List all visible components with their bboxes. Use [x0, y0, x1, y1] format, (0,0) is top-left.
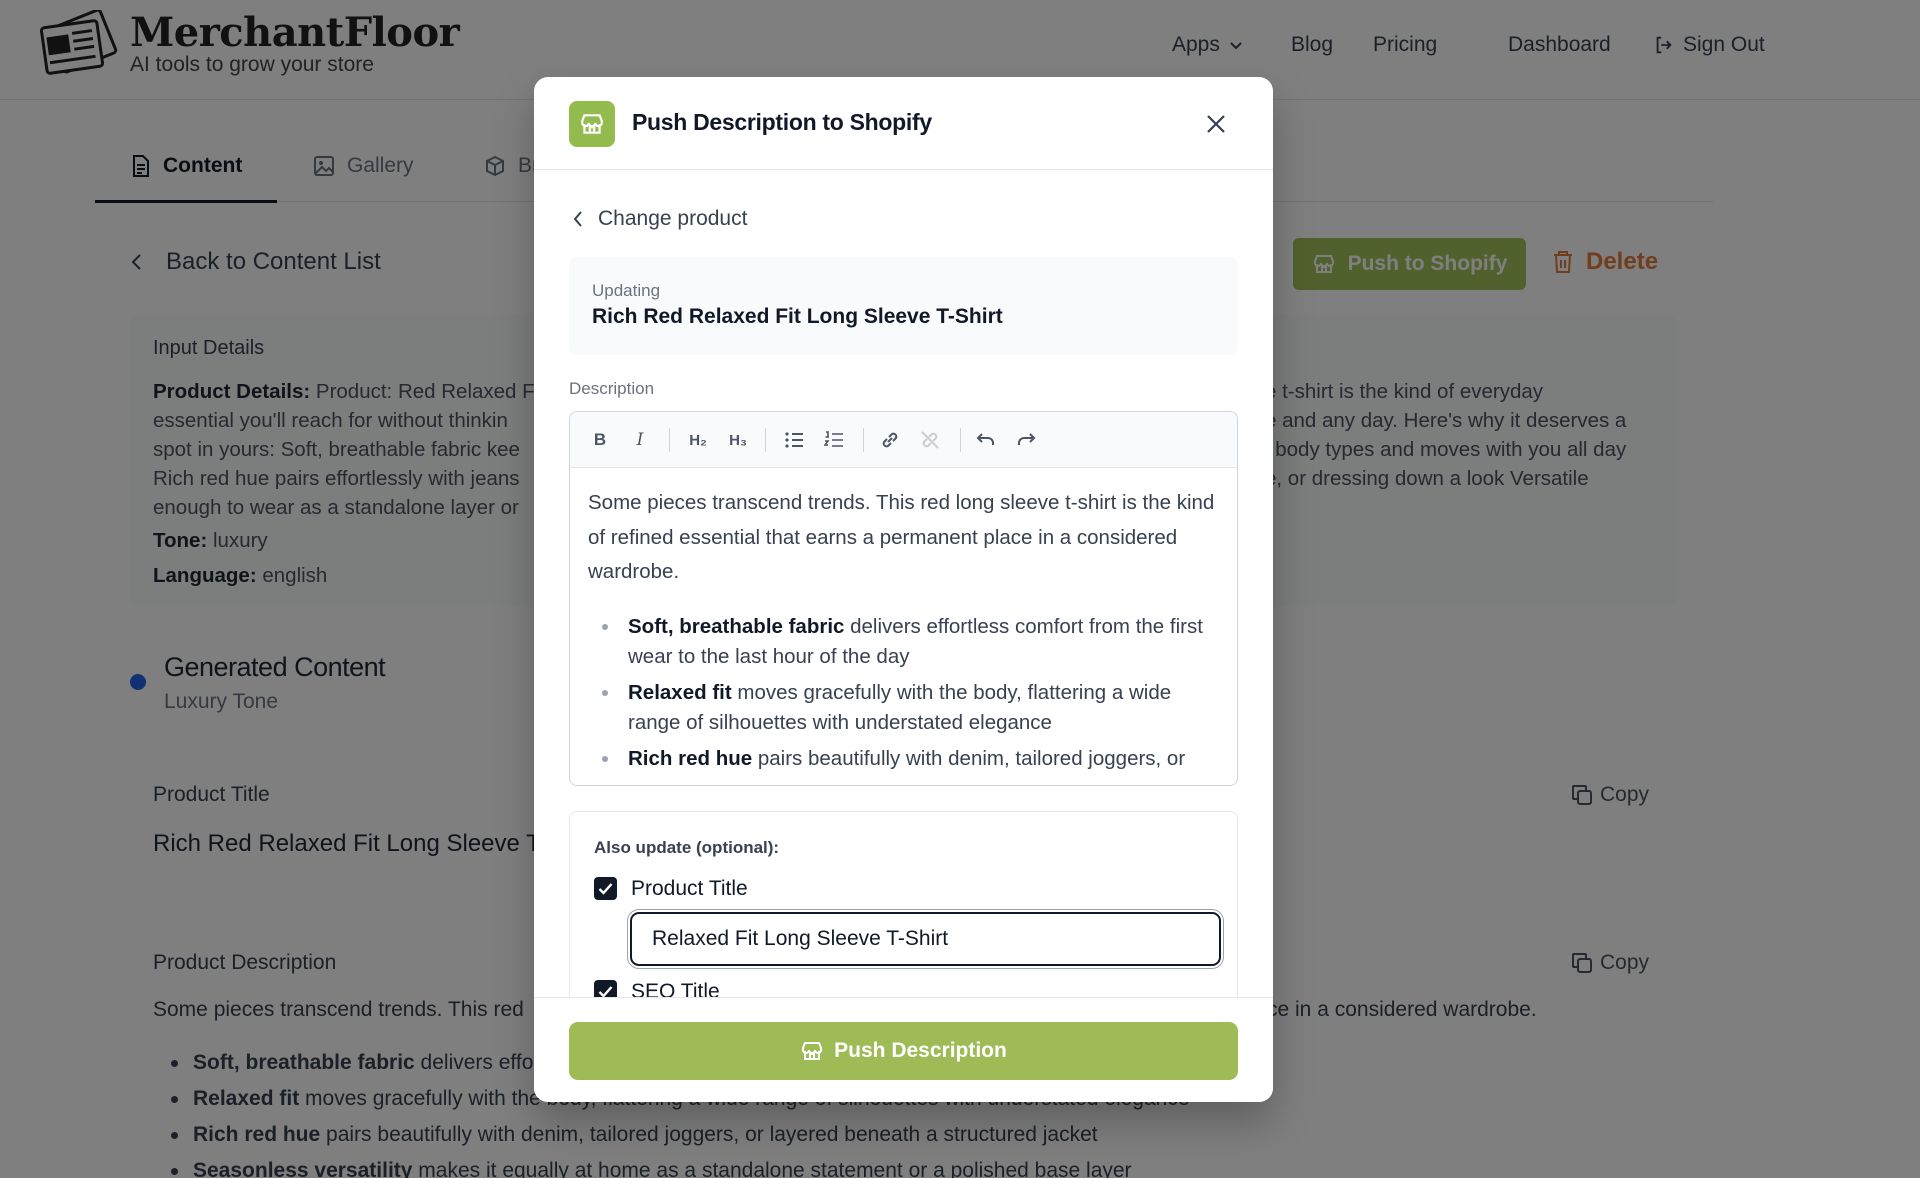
push-description-button[interactable]: Push Description: [569, 1022, 1238, 1080]
toolbar-divider: [669, 428, 670, 452]
unlink-icon: [921, 431, 939, 449]
rich-text-editor[interactable]: B I H₂ H₃ Some pieces transcend trends. …: [569, 411, 1238, 786]
close-icon: [1207, 115, 1225, 133]
product-title-option-label: Product Title: [631, 877, 748, 900]
modal-header: Push Description to Shopify: [534, 77, 1273, 170]
redo-icon: [1018, 433, 1036, 445]
toolbar-divider: [863, 428, 864, 452]
product-title-checkbox[interactable]: [594, 877, 617, 900]
editor-bullet-list: Soft, breathable fabric delivers effortl…: [602, 612, 1218, 780]
bold-button[interactable]: B: [586, 426, 614, 454]
bullet-list-icon: [785, 432, 803, 448]
toolbar-divider: [960, 428, 961, 452]
store-icon: [569, 101, 615, 147]
link-button[interactable]: [876, 426, 904, 454]
redo-button[interactable]: [1012, 426, 1040, 454]
also-update-label: Also update (optional):: [594, 838, 780, 857]
editor-toolbar: B I H₂ H₃: [570, 412, 1237, 468]
check-icon: [598, 883, 613, 895]
push-description-modal: Push Description to Shopify Change produ…: [534, 77, 1273, 1102]
unlink-button[interactable]: [916, 426, 944, 454]
modal-title: Push Description to Shopify: [632, 109, 932, 135]
modal-footer: Push Description: [534, 997, 1273, 1102]
ordered-list-icon: [824, 431, 843, 447]
store-icon: [802, 1042, 823, 1060]
editor-paragraph: Some pieces transcend trends. This red l…: [588, 491, 1215, 583]
undo-icon: [976, 433, 994, 445]
description-label: Description: [569, 379, 655, 398]
toolbar-divider: [765, 428, 766, 452]
chevron-left-icon: [573, 211, 582, 227]
list-item: Relaxed fit moves gracefully with the bo…: [602, 678, 1218, 738]
heading-3-button[interactable]: H₃: [724, 426, 752, 454]
close-button[interactable]: [1202, 110, 1230, 138]
ordered-list-button[interactable]: [820, 426, 848, 454]
product-title-input[interactable]: Relaxed Fit Long Sleeve T-Shirt: [630, 912, 1221, 966]
updating-label: Updating: [592, 281, 661, 300]
link-icon: [882, 432, 898, 448]
bullet-list-button[interactable]: [780, 426, 808, 454]
updating-product-name: Rich Red Relaxed Fit Long Sleeve T-Shirt: [592, 305, 1003, 328]
undo-button[interactable]: [972, 426, 1000, 454]
heading-2-button[interactable]: H₂: [684, 426, 712, 454]
list-item: Soft, breathable fabric delivers effortl…: [602, 612, 1218, 672]
italic-button[interactable]: I: [626, 426, 654, 454]
list-item: Rich red hue pairs beautifully with deni…: [602, 744, 1218, 774]
change-product-link[interactable]: Change product: [572, 207, 747, 231]
